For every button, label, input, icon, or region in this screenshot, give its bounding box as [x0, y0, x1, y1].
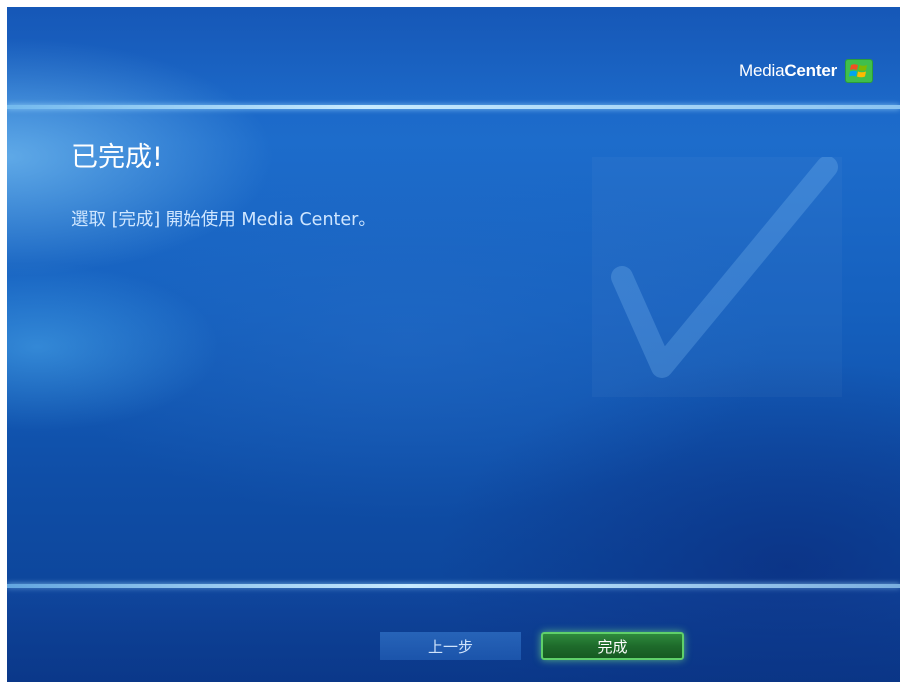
page-title: 已完成! — [71, 142, 163, 173]
back-button[interactable]: 上一步 — [380, 632, 521, 660]
logo-text: MediaCenter — [739, 61, 837, 80]
header-divider — [7, 105, 900, 109]
media-center-screen: MediaCenter 已完成! 選取 [完成] 開始使用 Media Cent… — [7, 7, 900, 682]
header-band — [7, 7, 900, 107]
done-button[interactable]: 完成 — [541, 632, 684, 660]
media-center-logo: MediaCenter — [739, 59, 873, 83]
instruction-text: 選取 [完成] 開始使用 Media Center。 — [71, 210, 376, 230]
windows-flag-icon — [845, 59, 873, 83]
checkmark-icon — [611, 157, 838, 378]
